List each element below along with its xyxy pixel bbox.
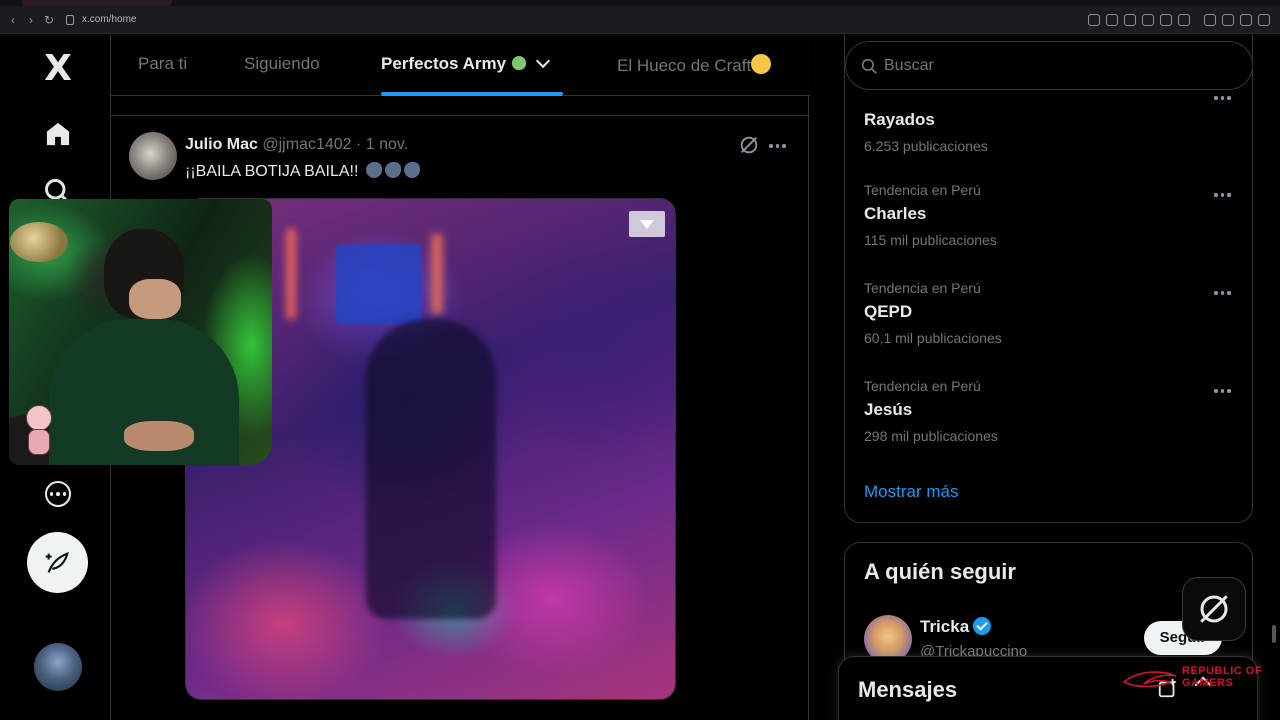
- grok-icon: [1200, 595, 1228, 623]
- tab-label: Perfectos Army: [381, 54, 507, 73]
- forward-icon[interactable]: ›: [24, 13, 38, 27]
- more-options-icon[interactable]: [1214, 193, 1231, 197]
- alien-emoji-icon: [512, 56, 527, 70]
- tab-perfectos-army[interactable]: Perfectos Army: [381, 53, 551, 74]
- download-video-button[interactable]: [629, 211, 665, 237]
- more-options-icon[interactable]: [1214, 291, 1231, 295]
- trend-name: Jesús: [864, 400, 913, 419]
- share-icon[interactable]: [1222, 14, 1234, 26]
- compose-icon: [45, 551, 69, 573]
- trend-item[interactable]: Rayados 6.253 publicaciones: [864, 104, 1234, 154]
- trend-category: Tendencia en Perú: [864, 280, 981, 296]
- avatar[interactable]: [34, 643, 82, 691]
- section-title: A quién seguir: [864, 559, 1016, 584]
- speaking-head-emoji-icon: [403, 162, 420, 178]
- speaking-head-emoji-icon: [384, 162, 401, 178]
- rog-text: REPUBLIC OF GAMERS: [1182, 665, 1262, 689]
- rog-watermark: REPUBLIC OF GAMERS: [1122, 662, 1280, 692]
- rog-text-line2: GAMERS: [1182, 677, 1234, 689]
- separator: ·: [355, 136, 362, 153]
- trend-count: 60,1 mil publicaciones: [864, 330, 1002, 346]
- extension-icon[interactable]: [1204, 14, 1216, 26]
- messages-title: Mensajes: [858, 677, 958, 702]
- trend-count: 115 mil publicaciones: [864, 232, 997, 248]
- verified-badge-icon: [973, 617, 992, 635]
- tab-siguiendo[interactable]: Siguiendo: [244, 54, 320, 74]
- back-icon[interactable]: ‹: [6, 13, 20, 27]
- menu-icon[interactable]: [1258, 14, 1270, 26]
- trend-name: Rayados: [864, 110, 935, 129]
- grok-icon[interactable]: [738, 134, 760, 161]
- rog-logo-icon: [1122, 671, 1177, 688]
- author-name[interactable]: Julio Mac: [185, 136, 258, 153]
- scrollbar[interactable]: [1272, 625, 1276, 643]
- post-text: ¡¡BAILA BOTIJA BAILA!!: [185, 162, 420, 181]
- trends-panel: Rayados 6.253 publicaciones Tendencia en…: [844, 34, 1253, 523]
- tab-strip: [0, 0, 1280, 6]
- trend-name: QEPD: [864, 302, 913, 321]
- browser-toolbar: ‹ › ↻ x.com/home: [0, 0, 1280, 34]
- speaking-head-emoji-icon: [365, 162, 382, 178]
- post-date[interactable]: 1 nov.: [366, 136, 408, 153]
- suggested-user-name[interactable]: Tricka: [920, 617, 992, 637]
- trend-category: Tendencia en Perú: [864, 378, 981, 394]
- compose-button[interactable]: [27, 532, 88, 593]
- tab-label: El Hueco de Craft: [617, 56, 752, 75]
- trend-item[interactable]: Tendencia en Perú Charles 115 mil public…: [864, 182, 1234, 248]
- play-icon[interactable]: [1160, 14, 1172, 26]
- browser-tab[interactable]: [22, 0, 172, 6]
- more-options-icon[interactable]: [1214, 96, 1231, 100]
- chevron-down-icon[interactable]: [535, 53, 551, 69]
- more-icon[interactable]: [38, 474, 78, 514]
- home-icon[interactable]: [38, 114, 78, 154]
- more-options-icon[interactable]: [769, 144, 786, 148]
- shield-icon[interactable]: [1142, 14, 1154, 26]
- helmet-sticker: [10, 222, 68, 262]
- more-options-icon[interactable]: [1214, 389, 1231, 393]
- heart-icon[interactable]: [1178, 14, 1190, 26]
- pin-icon[interactable]: [1106, 14, 1118, 26]
- url-text: x.com/home: [82, 14, 137, 25]
- tab-el-hueco-de-craft[interactable]: El Hueco de Craft: [617, 54, 772, 76]
- download-icon: [640, 219, 654, 229]
- screenshot-icon[interactable]: [1124, 14, 1136, 26]
- trend-item[interactable]: Tendencia en Perú Jesús 298 mil publicac…: [864, 378, 1234, 444]
- timeline-tabs: Para ti Siguiendo Perfectos Army El Huec…: [111, 34, 810, 96]
- post-header: Julio Mac @jjmac1402 · 1 nov.: [185, 136, 408, 154]
- trend-item[interactable]: Tendencia en Perú QEPD 60,1 mil publicac…: [864, 280, 1234, 346]
- user-name: Tricka: [920, 617, 970, 636]
- show-more-link[interactable]: Mostrar más: [864, 482, 958, 502]
- avatar[interactable]: [129, 132, 177, 180]
- trend-count: 298 mil publicaciones: [864, 428, 998, 444]
- lock-icon: [66, 15, 74, 25]
- grok-button[interactable]: [1182, 577, 1246, 641]
- character-sticker: [20, 405, 58, 457]
- zoom-icon[interactable]: [1088, 14, 1100, 26]
- tab-para-ti[interactable]: Para ti: [138, 54, 187, 74]
- address-bar[interactable]: x.com/home: [62, 12, 1072, 30]
- reload-icon[interactable]: ↻: [42, 13, 56, 27]
- previous-post-actions: [111, 96, 810, 116]
- trend-category: Tendencia en Perú: [864, 182, 981, 198]
- author-handle[interactable]: @jjmac1402: [262, 136, 351, 153]
- rog-text-line1: REPUBLIC OF: [1182, 665, 1263, 677]
- trend-count: 6.253 publicaciones: [864, 138, 988, 154]
- worried-emoji-icon: [751, 54, 772, 74]
- post-text-content: ¡¡BAILA BOTIJA BAILA!!: [185, 163, 359, 180]
- x-logo-icon[interactable]: X: [38, 48, 78, 89]
- trend-name: Charles: [864, 204, 927, 223]
- download-icon[interactable]: [1240, 14, 1252, 26]
